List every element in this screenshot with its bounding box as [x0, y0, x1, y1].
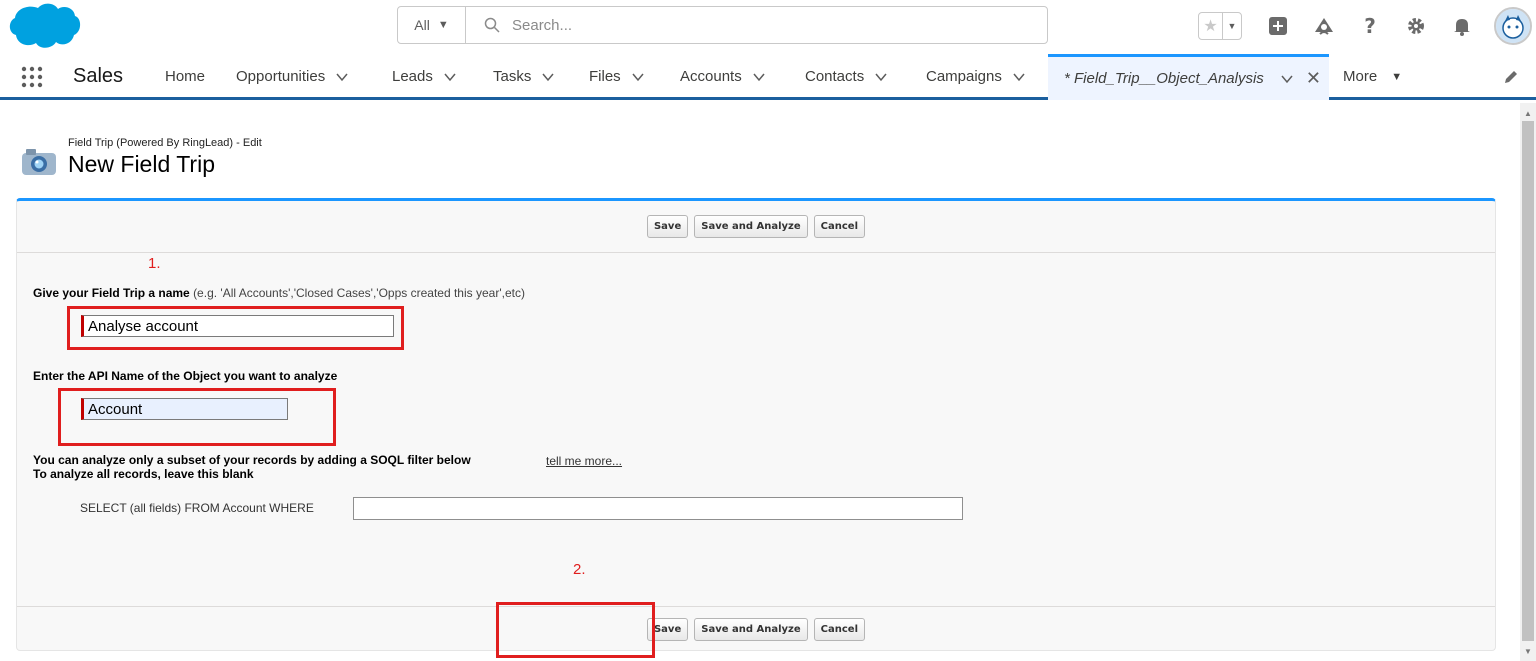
bottom-button-row: Save Save and Analyze Cancel	[17, 606, 1495, 652]
nav-item-label: Home	[165, 68, 206, 85]
name-label-text: Give your Field Trip a name	[33, 286, 190, 300]
page-subtitle: Field Trip (Powered By RingLead) - Edit	[68, 137, 262, 149]
search-scope-label: All	[414, 17, 430, 33]
more-label: More	[1343, 68, 1378, 85]
page-title: New Field Trip	[68, 151, 215, 177]
top-button-row: Save Save and Analyze Cancel	[17, 201, 1495, 253]
global-actions-icon[interactable]	[1268, 16, 1288, 36]
field-trip-camera-icon	[22, 149, 56, 175]
chevron-down-icon[interactable]	[335, 70, 349, 84]
scroll-down-arrow-icon[interactable]: ▼	[1520, 643, 1536, 659]
chevron-down-icon[interactable]	[752, 70, 766, 84]
annotation-step-1: 1.	[148, 255, 161, 272]
nav-item-home[interactable]: Home	[165, 68, 205, 85]
chevron-down-icon[interactable]	[541, 70, 555, 84]
field-trip-edit-panel: Save Save and Analyze Cancel 1. Give you…	[16, 198, 1496, 658]
app-navigation-bar: Sales Home Opportunities Leads Tasks Fil…	[0, 52, 1536, 100]
nav-item-files[interactable]: Files	[589, 68, 645, 85]
soql-filter-description-2: To analyze all records, leave this blank	[33, 467, 254, 481]
search-scope-dropdown[interactable]: All ▼	[398, 7, 466, 43]
nav-item-label: Files	[589, 68, 621, 85]
chevron-down-icon[interactable]	[874, 70, 888, 84]
nav-item-label: Tasks	[493, 68, 532, 85]
soql-prefix-text: SELECT (all fields) FROM Account WHERE	[80, 501, 314, 515]
chevron-down-icon[interactable]	[1012, 70, 1026, 84]
nav-item-tasks[interactable]: Tasks	[493, 68, 555, 85]
highlight-box-save-and-analyze	[496, 602, 655, 658]
trailhead-icon[interactable]	[1314, 16, 1334, 36]
caret-down-icon: ▼	[437, 19, 449, 31]
search-input[interactable]	[512, 16, 1012, 34]
save-button[interactable]: Save	[646, 215, 689, 238]
help-icon[interactable]: ?	[1360, 16, 1380, 36]
chevron-down-icon[interactable]	[1280, 72, 1294, 86]
close-tab-icon[interactable]: ✕	[1306, 68, 1321, 89]
app-name: Sales	[73, 65, 124, 87]
favorites-menu-icon[interactable]: ▼	[1223, 13, 1241, 39]
nav-more-menu[interactable]: More ▼	[1343, 68, 1402, 85]
scrollbar-thumb[interactable]	[1522, 121, 1534, 641]
salesforce-logo[interactable]	[8, 2, 82, 50]
scroll-up-arrow-icon[interactable]: ▲	[1520, 105, 1536, 121]
annotation-step-2: 2.	[573, 561, 586, 578]
active-tab-label: * Field_Trip__Object_Analysis	[1064, 70, 1264, 87]
nav-item-label: Opportunities	[236, 68, 326, 85]
highlight-box-name	[67, 306, 404, 350]
save-and-analyze-button[interactable]: Save and Analyze	[694, 215, 808, 238]
nav-item-label: Accounts	[680, 68, 742, 85]
save-and-analyze-button[interactable]: Save and Analyze	[694, 618, 808, 641]
nav-item-label: Contacts	[805, 68, 865, 85]
search-icon	[484, 17, 500, 33]
soql-filter-line-1: You can analyze only a subset of your re…	[33, 453, 471, 467]
notifications-bell-icon[interactable]	[1452, 16, 1472, 36]
svg-text:?: ?	[1364, 16, 1376, 36]
chevron-down-icon[interactable]	[631, 70, 645, 84]
cancel-button[interactable]: Cancel	[813, 215, 865, 238]
name-field-label: Give your Field Trip a name (e.g. 'All A…	[33, 286, 525, 300]
nav-item-opportunities[interactable]: Opportunities	[236, 68, 349, 85]
api-name-label-text: Enter the API Name of the Object you wan…	[33, 369, 338, 383]
nav-item-campaigns[interactable]: Campaigns	[926, 68, 1026, 85]
nav-tab-field-trip-object-analysis[interactable]: * Field_Trip__Object_Analysis ✕	[1048, 54, 1329, 100]
nav-item-accounts[interactable]: Accounts	[680, 68, 766, 85]
nav-item-label: Leads	[392, 68, 433, 85]
user-avatar[interactable]	[1494, 7, 1532, 45]
highlight-box-api-name	[58, 388, 336, 446]
nav-item-leads[interactable]: Leads	[392, 68, 457, 85]
caret-down-icon: ▼	[1391, 70, 1403, 83]
nav-item-contacts[interactable]: Contacts	[805, 68, 888, 85]
favorites-group: ★ ▼	[1198, 12, 1242, 40]
setup-gear-icon[interactable]	[1406, 16, 1426, 36]
soql-where-filter-input[interactable]	[353, 497, 963, 520]
soql-filter-description-1: You can analyze only a subset of your re…	[33, 453, 471, 467]
soql-filter-line-2: To analyze all records, leave this blank	[33, 467, 254, 481]
edit-nav-pencil-icon[interactable]	[1503, 69, 1519, 85]
app-launcher-icon[interactable]	[21, 66, 43, 88]
global-header: All ▼ ★ ▼ ?	[0, 0, 1536, 52]
global-search[interactable]: All ▼	[397, 6, 1048, 44]
page-scrollbar[interactable]: ▲ ▼	[1520, 103, 1536, 661]
cancel-button[interactable]: Cancel	[813, 618, 865, 641]
nav-item-label: Campaigns	[926, 68, 1002, 85]
tell-me-more-link[interactable]: tell me more...	[546, 454, 622, 468]
header-utility-icons: ★ ▼ ?	[1198, 7, 1532, 45]
chevron-down-icon[interactable]	[443, 70, 457, 84]
api-name-label: Enter the API Name of the Object you wan…	[33, 369, 337, 383]
favorite-star-icon[interactable]: ★	[1199, 13, 1223, 39]
form-body: 1. Give your Field Trip a name (e.g. 'Al…	[17, 254, 1495, 606]
name-label-hint: (e.g. 'All Accounts','Closed Cases','Opp…	[193, 286, 525, 300]
